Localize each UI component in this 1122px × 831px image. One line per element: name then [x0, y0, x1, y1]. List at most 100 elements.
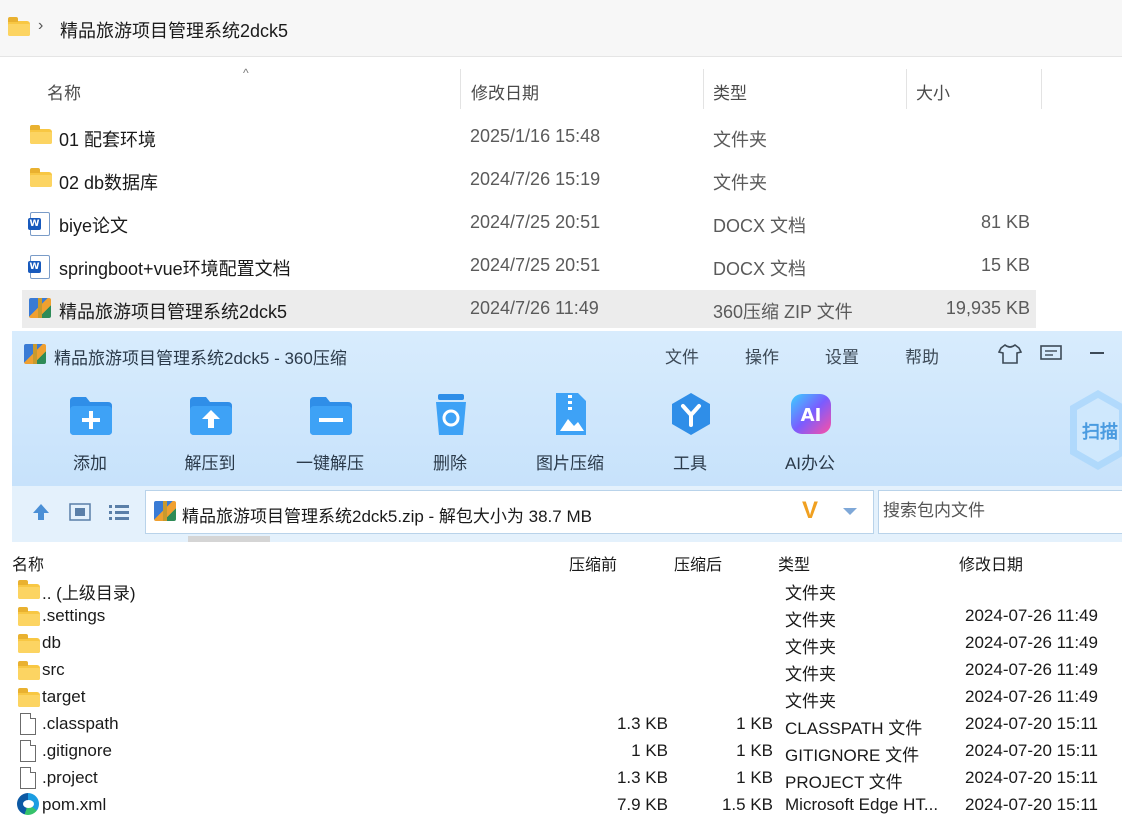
list-view-icon[interactable] — [108, 503, 130, 521]
app-logo-icon — [24, 344, 46, 364]
entry-size-after: 1 KB — [736, 714, 773, 733]
toolbar-label: 解压到 — [184, 454, 236, 473]
menu-help[interactable]: 帮助 — [905, 343, 939, 368]
entry-type: 文件夹 — [785, 584, 836, 603]
file-row[interactable]: W springboot+vue环境配置文档 2024/7/25 20:51 D… — [22, 247, 1036, 285]
tools-button[interactable]: 工具 — [640, 391, 740, 473]
entry-type: 文件夹 — [785, 665, 836, 684]
v-logo-icon[interactable]: V — [802, 497, 818, 525]
column-header-modified[interactable]: 修改日期 — [959, 551, 1023, 575]
search-field[interactable] — [878, 490, 1122, 534]
file-name: springboot+vue环境配置文档 — [59, 259, 291, 279]
folder-icon — [18, 634, 40, 653]
column-header-before[interactable]: 压缩前 — [569, 551, 617, 575]
list-item[interactable]: db 文件夹 2024-07-26 11:49 — [12, 630, 1122, 657]
entry-date: 2024-07-26 11:49 — [965, 687, 1098, 706]
column-header-type[interactable]: 类型 — [713, 79, 747, 104]
file-size: 19,935 KB — [945, 298, 1030, 318]
word-doc-icon: W — [28, 255, 50, 279]
file-explorer: › 精品旅游项目管理系统2dck5 ^ 名称 修改日期 类型 大小 01 配套环… — [0, 0, 1122, 331]
entry-size-before: 1.3 KB — [616, 768, 668, 787]
toolbar-label: 删除 — [433, 454, 467, 473]
entry-type: CLASSPATH 文件 — [785, 719, 923, 738]
thumbnail-view-icon[interactable] — [69, 503, 91, 521]
entry-size-after: 1 KB — [736, 768, 773, 787]
entry-type: 文件夹 — [785, 638, 836, 657]
entry-date: 2024-07-20 15:11 — [965, 714, 1098, 733]
column-header-type[interactable]: 类型 — [778, 551, 810, 575]
entry-type: 文件夹 — [785, 692, 836, 711]
scrollbar-thumb[interactable] — [188, 536, 270, 542]
column-header-after[interactable]: 压缩后 — [674, 551, 722, 575]
entry-date: 2024-07-26 11:49 — [965, 606, 1098, 625]
chevron-right-icon[interactable]: › — [38, 17, 43, 35]
file-row[interactable]: 01 配套环境 2025/1/16 15:48 文件夹 — [22, 118, 1036, 156]
file-name: 01 配套环境 — [59, 130, 157, 150]
file-type: DOCX 文档 — [713, 216, 807, 236]
search-input[interactable] — [881, 500, 1115, 522]
entry-date: 2024-07-20 15:11 — [965, 741, 1098, 760]
entry-size-before: 7.9 KB — [616, 795, 668, 814]
zip-window-header: 精品旅游项目管理系统2dck5 - 360压缩 文件 操作 设置 帮助 添加 解… — [12, 331, 1122, 486]
column-header-name[interactable]: 名称 — [47, 79, 81, 104]
file-row[interactable]: W biye论文 2024/7/25 20:51 DOCX 文档 81 KB — [22, 204, 1036, 242]
list-item[interactable]: .settings 文件夹 2024-07-26 11:49 — [12, 603, 1122, 630]
navigation-bar: 精品旅游项目管理系统2dck5.zip - 解包大小为 38.7 MB V — [12, 486, 1122, 542]
zip-window: 精品旅游项目管理系统2dck5 - 360压缩 文件 操作 设置 帮助 添加 解… — [12, 331, 1122, 831]
skin-icon[interactable] — [998, 343, 1022, 365]
column-header-size[interactable]: 大小 — [916, 79, 950, 104]
breadcrumb[interactable]: 精品旅游项目管理系统2dck5 — [60, 17, 288, 43]
ai-office-icon: AI — [791, 394, 831, 434]
folder-icon — [18, 607, 40, 626]
column-header-name[interactable]: 名称 — [12, 551, 44, 575]
column-divider[interactable] — [703, 69, 704, 109]
toolbar-label: AI办公 — [784, 454, 836, 473]
column-divider[interactable] — [906, 69, 907, 109]
add-button[interactable]: 添加 — [40, 391, 140, 473]
menu-file[interactable]: 文件 — [665, 343, 699, 368]
entry-date: 2024-07-20 15:11 — [965, 768, 1098, 787]
list-item[interactable]: .. (上级目录) 文件夹 — [12, 576, 1122, 603]
up-arrow-icon[interactable] — [32, 503, 50, 521]
entry-name: .. (上级目录) — [42, 584, 136, 603]
list-item[interactable]: .classpath 1.3 KB 1 KB CLASSPATH 文件 2024… — [12, 711, 1122, 738]
message-icon[interactable] — [1040, 345, 1062, 363]
delete-icon — [436, 394, 466, 435]
menu-settings[interactable]: 设置 — [825, 343, 859, 368]
ai-office-button[interactable]: AI AI办公 — [760, 391, 860, 473]
folder-icon — [18, 688, 40, 707]
svg-text:AI: AI — [801, 405, 822, 426]
file-row-selected[interactable]: 精品旅游项目管理系统2dck5 2024/7/26 11:49 360压缩 ZI… — [22, 290, 1036, 328]
extract-to-button[interactable]: 解压到 — [160, 391, 260, 473]
column-header-modified[interactable]: 修改日期 — [471, 79, 539, 104]
delete-button[interactable]: 删除 — [400, 391, 500, 473]
file-name: 精品旅游项目管理系统2dck5 — [59, 302, 288, 322]
chevron-down-icon[interactable] — [842, 507, 858, 517]
entry-name: src — [42, 660, 65, 679]
list-item[interactable]: src 文件夹 2024-07-26 11:49 — [12, 657, 1122, 684]
image-compress-button[interactable]: 图片压缩 — [520, 391, 620, 473]
entry-type: GITIGNORE 文件 — [785, 746, 920, 765]
file-type: 文件夹 — [713, 173, 767, 193]
column-divider[interactable] — [1041, 69, 1042, 109]
toolbar-label: 一键解压 — [296, 454, 364, 473]
file-type: 文件夹 — [713, 130, 767, 150]
list-item[interactable]: .project 1.3 KB 1 KB PROJECT 文件 2024-07-… — [12, 765, 1122, 792]
menu-operate[interactable]: 操作 — [745, 343, 779, 368]
address-bar[interactable]: › 精品旅游项目管理系统2dck5 — [0, 0, 1122, 57]
file-date: 2024/7/25 20:51 — [470, 255, 601, 275]
minimize-button[interactable] — [1090, 352, 1104, 354]
scan-button[interactable]: 扫描 — [1068, 388, 1122, 472]
file-row[interactable]: 02 db数据库 2024/7/26 15:19 文件夹 — [22, 161, 1036, 199]
folder-icon — [30, 125, 52, 144]
entry-name: db — [42, 633, 61, 652]
one-click-extract-button[interactable]: 一键解压 — [280, 391, 380, 473]
edge-icon — [17, 793, 39, 815]
list-item[interactable]: .gitignore 1 KB 1 KB GITIGNORE 文件 2024-0… — [12, 738, 1122, 765]
toolbar-label: 工具 — [673, 454, 707, 473]
list-item[interactable]: pom.xml 7.9 KB 1.5 KB Microsoft Edge HT.… — [12, 792, 1122, 819]
archive-path-field[interactable]: 精品旅游项目管理系统2dck5.zip - 解包大小为 38.7 MB V — [145, 490, 874, 534]
entry-size-after: 1 KB — [736, 741, 773, 760]
column-divider[interactable] — [460, 69, 461, 109]
list-item[interactable]: target 文件夹 2024-07-26 11:49 — [12, 684, 1122, 711]
